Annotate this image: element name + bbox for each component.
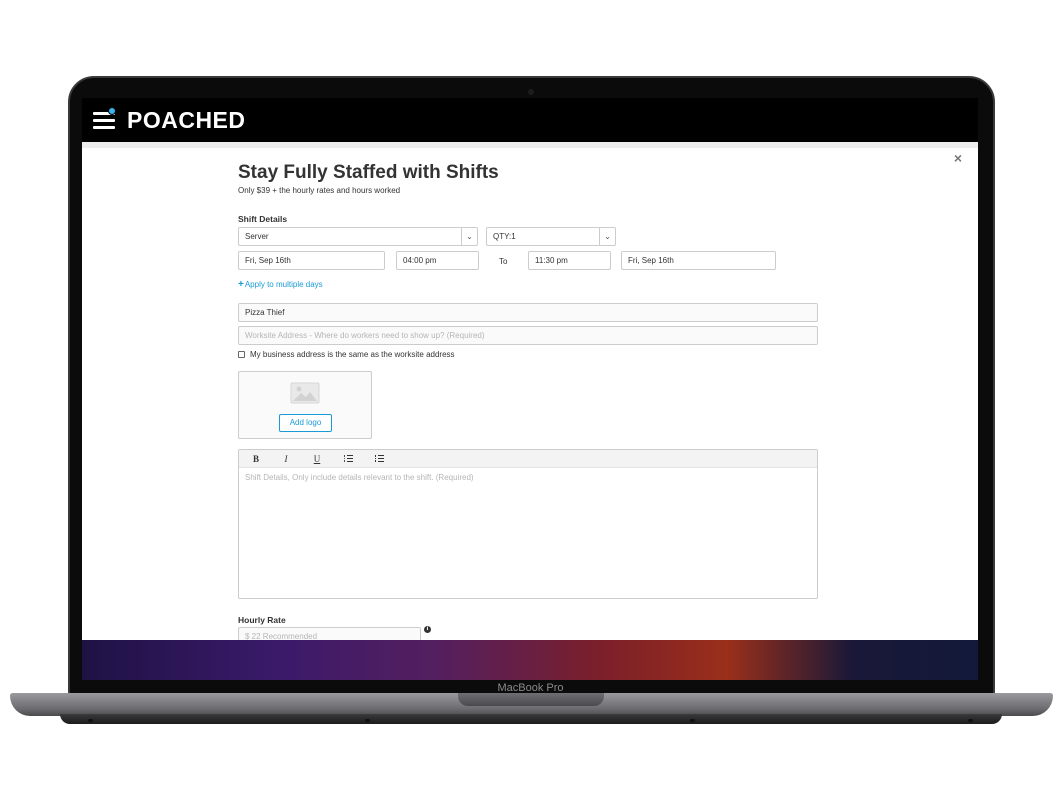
business-name-input[interactable]: Pizza Thief [238, 303, 818, 322]
add-logo-button[interactable]: Add logo [279, 414, 332, 432]
device-model-label: MacBook Pro [497, 682, 564, 694]
shift-description-editor[interactable]: B I U Shift Details, Only include detail… [238, 449, 818, 599]
image-placeholder-icon [290, 382, 320, 404]
bold-button[interactable]: B [248, 453, 264, 465]
apply-multiple-days-label: Apply to multiple days [244, 280, 323, 289]
same-address-checkbox[interactable] [238, 351, 245, 358]
numbered-list-button[interactable] [371, 453, 387, 465]
same-address-row: My business address is the same as the w… [238, 350, 455, 359]
brand-logo[interactable]: POACHED [127, 107, 246, 134]
same-address-label: My business address is the same as the w… [250, 350, 455, 359]
laptop-opening-notch [458, 693, 604, 706]
camera-icon [528, 89, 534, 95]
editor-placeholder: Shift Details, Only include details rele… [245, 473, 474, 482]
app-header: POACHED [82, 98, 978, 142]
plus-icon: + [238, 279, 244, 290]
modal-top-strip [82, 142, 978, 148]
create-shift-modal: × Stay Fully Staffed with Shifts Only $3… [82, 142, 978, 640]
close-icon[interactable]: × [954, 150, 962, 166]
quantity-select-value: QTY:1 [493, 232, 516, 241]
to-label: To [499, 257, 508, 266]
apply-multiple-days-link[interactable]: +Apply to multiple days [238, 279, 323, 290]
laptop-foot [690, 719, 695, 722]
role-select[interactable]: Server ⌄ [238, 227, 478, 246]
hourly-rate-label: Hourly Rate [238, 615, 286, 625]
role-select-value: Server [245, 232, 269, 241]
quantity-select[interactable]: QTY:1 ⌄ [486, 227, 616, 246]
underline-button[interactable]: U [309, 453, 325, 465]
laptop-foot [365, 719, 370, 722]
start-date-input[interactable]: Fri, Sep 16th [238, 251, 385, 270]
hourly-rate-input[interactable]: $ 22 Recommended [238, 627, 421, 640]
laptop-screen: POACHED × Stay Fully Staffed with Shifts… [82, 98, 978, 680]
chevron-down-icon: ⌄ [461, 228, 477, 245]
modal-title: Stay Fully Staffed with Shifts [238, 162, 499, 183]
end-time-input[interactable]: 11:30 pm [528, 251, 611, 270]
shift-details-label: Shift Details [238, 214, 288, 224]
info-icon[interactable]: i [424, 626, 431, 633]
editor-toolbar: B I U [239, 450, 817, 468]
notification-dot-icon [108, 107, 116, 115]
bullet-list-button[interactable] [340, 453, 356, 465]
modal-subtitle: Only $39 + the hourly rates and hours wo… [238, 186, 401, 195]
laptop-base-lip [60, 714, 1002, 724]
laptop-mockup: POACHED × Stay Fully Staffed with Shifts… [0, 0, 1061, 800]
worksite-address-input[interactable]: Worksite Address - Where do workers need… [238, 326, 818, 345]
desktop-wallpaper [82, 640, 978, 680]
logo-upload-box: Add logo [238, 371, 372, 439]
start-time-input[interactable]: 04:00 pm [396, 251, 479, 270]
laptop-foot [88, 719, 93, 722]
italic-button[interactable]: I [278, 453, 294, 465]
chevron-down-icon: ⌄ [599, 228, 615, 245]
laptop-foot [968, 719, 973, 722]
numbered-list-icon [374, 455, 384, 462]
bullet-list-icon [343, 455, 353, 462]
end-date-input[interactable]: Fri, Sep 16th [621, 251, 776, 270]
